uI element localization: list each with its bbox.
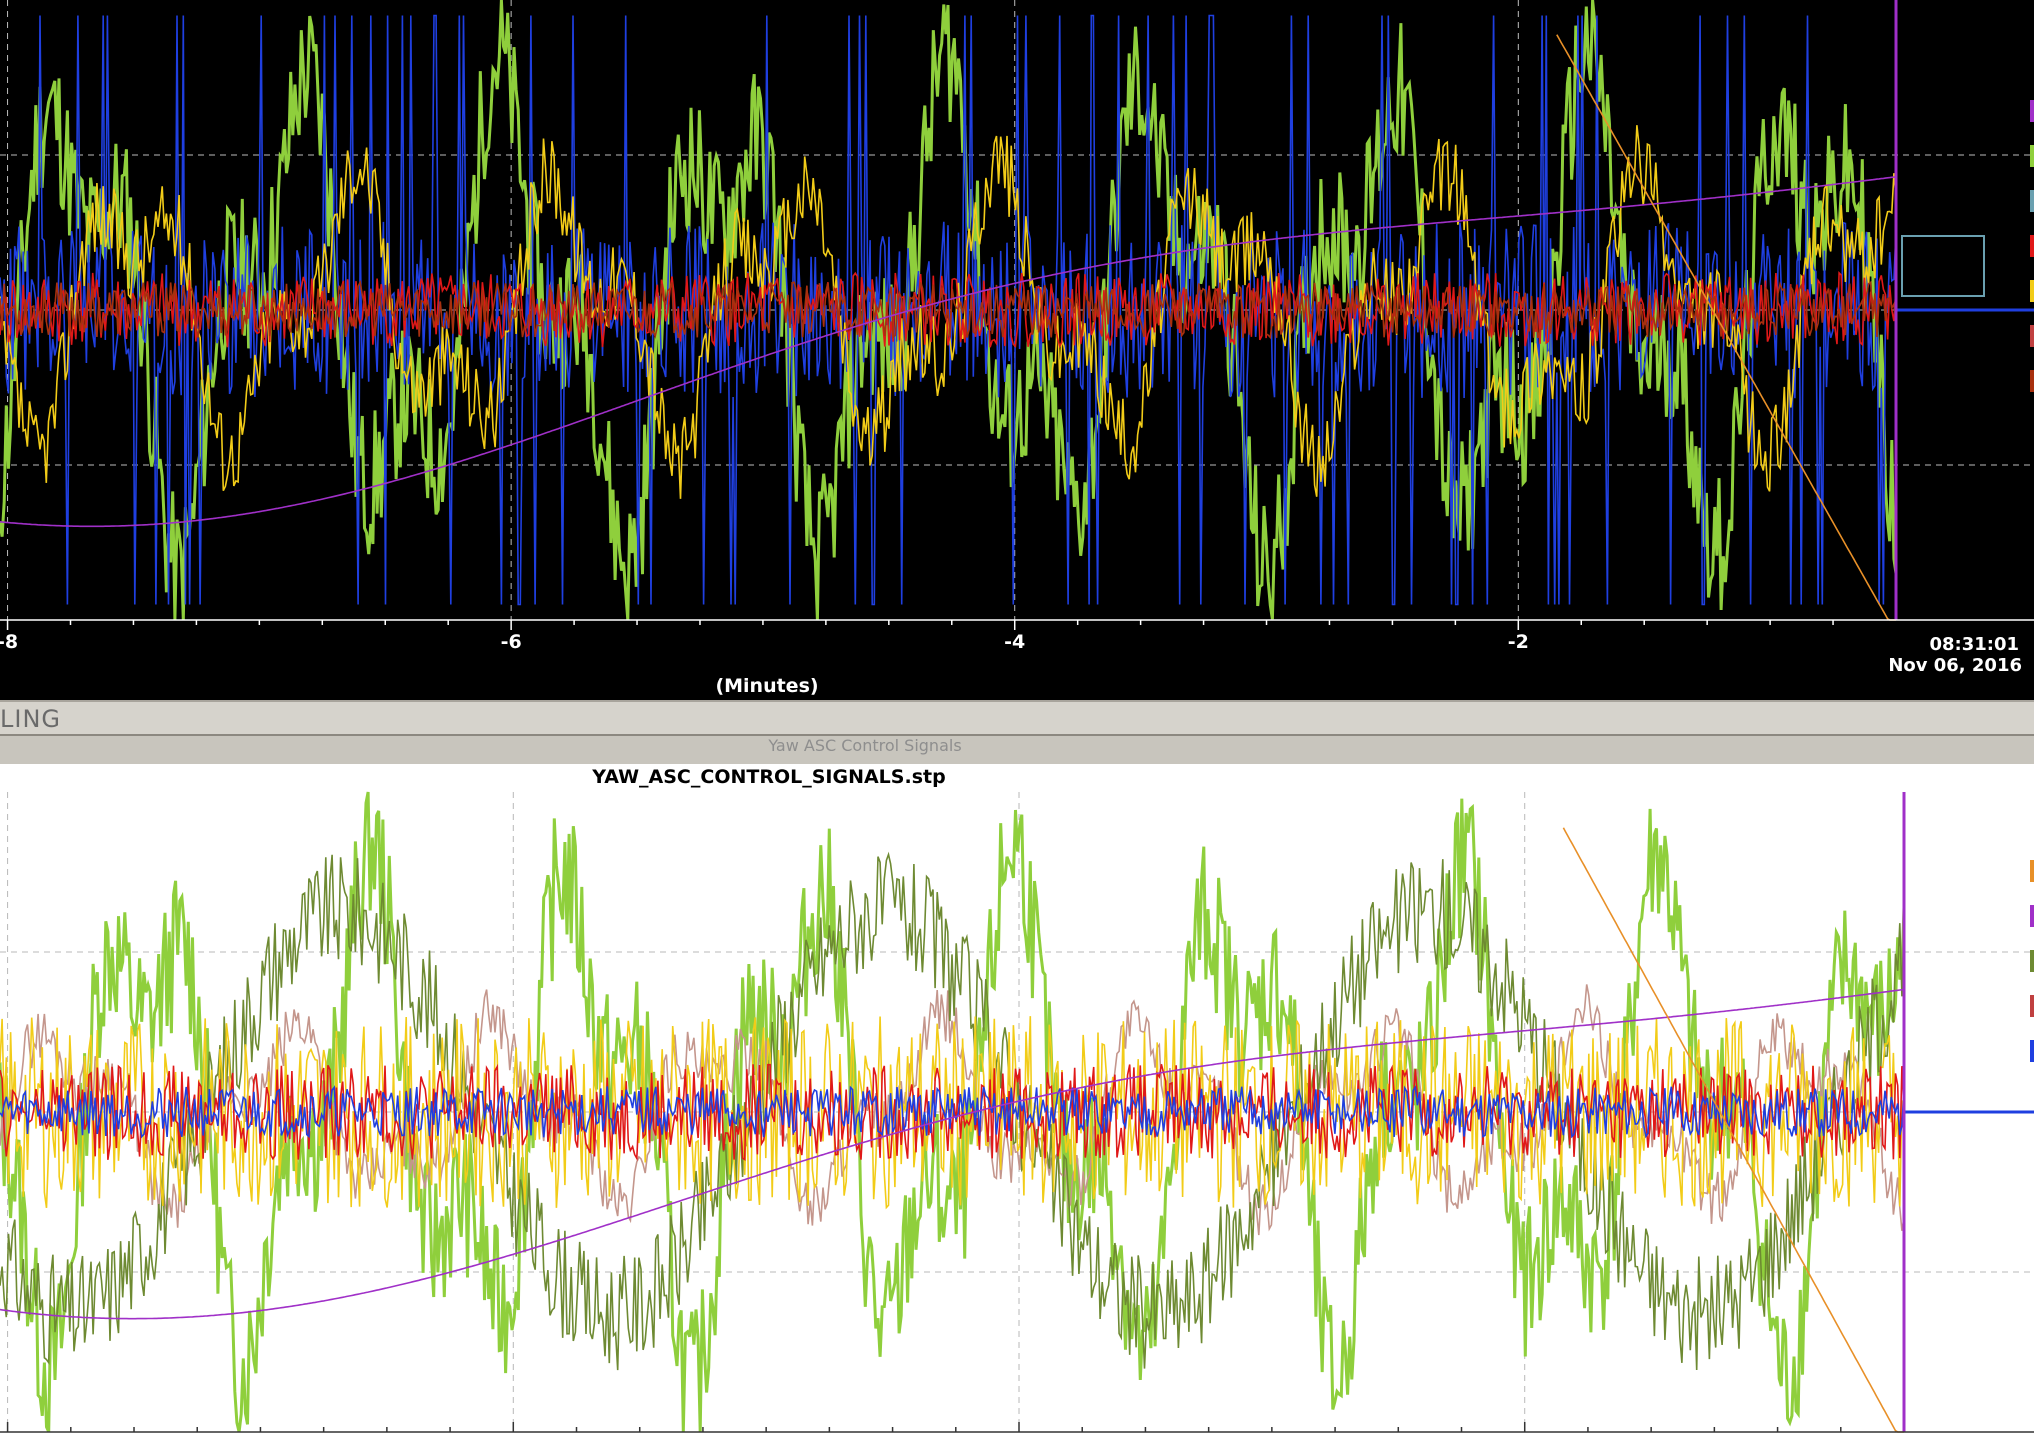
x-tick-label-1: -6	[501, 631, 522, 653]
top-x-axis-label: (Minutes)	[715, 675, 818, 697]
cursor-box	[1901, 235, 1985, 297]
legend-swatch-6	[2030, 370, 2034, 392]
x-tick-label-2: -4	[1004, 631, 1025, 653]
timestamp-date: Nov 06, 2016	[1888, 655, 2022, 676]
status-text: LING	[0, 705, 61, 733]
legend-swatch-1	[2030, 145, 2034, 167]
legend-swatch-3	[2030, 995, 2034, 1017]
top-legend	[1901, 100, 2034, 392]
status-strip: LING	[0, 700, 2034, 736]
legend-swatch-0	[2030, 100, 2034, 122]
legend-swatch-1	[2030, 905, 2034, 927]
legend-swatch-0	[2030, 860, 2034, 882]
window-title: Yaw ASC Control Signals	[768, 736, 962, 755]
legend-swatch-4	[2030, 280, 2034, 302]
timestamp-time: 08:31:01	[1929, 634, 2019, 655]
bottom-x-axis	[0, 1422, 2034, 1433]
top-chart-panel: -8 -6 -4 -2 (Minutes) 08:31:01 Nov 06, 2016	[0, 0, 2034, 700]
bottom-chart	[0, 791, 2034, 1433]
x-tick-label-3: -2	[1508, 631, 1529, 653]
legend-swatch-3	[2030, 235, 2034, 257]
top-chart: -8 -6 -4 -2 (Minutes) 08:31:01 Nov 06, 2016	[0, 0, 2034, 697]
bottom-legend	[2030, 860, 2034, 1062]
top-x-axis: -8 -6 -4 -2	[0, 619, 2034, 653]
legend-swatch-5	[2030, 325, 2034, 347]
legend-swatch-2	[2030, 950, 2034, 972]
legend-swatch-4	[2030, 1040, 2034, 1062]
x-tick-label-0: -8	[0, 631, 18, 653]
bottom-series-group	[0, 791, 2034, 1433]
bottom-chart-title: YAW_ASC_CONTROL_SIGNALS.stp	[592, 766, 946, 788]
bottom-chart-panel	[0, 764, 2034, 1444]
legend-swatch-2	[2030, 190, 2034, 212]
